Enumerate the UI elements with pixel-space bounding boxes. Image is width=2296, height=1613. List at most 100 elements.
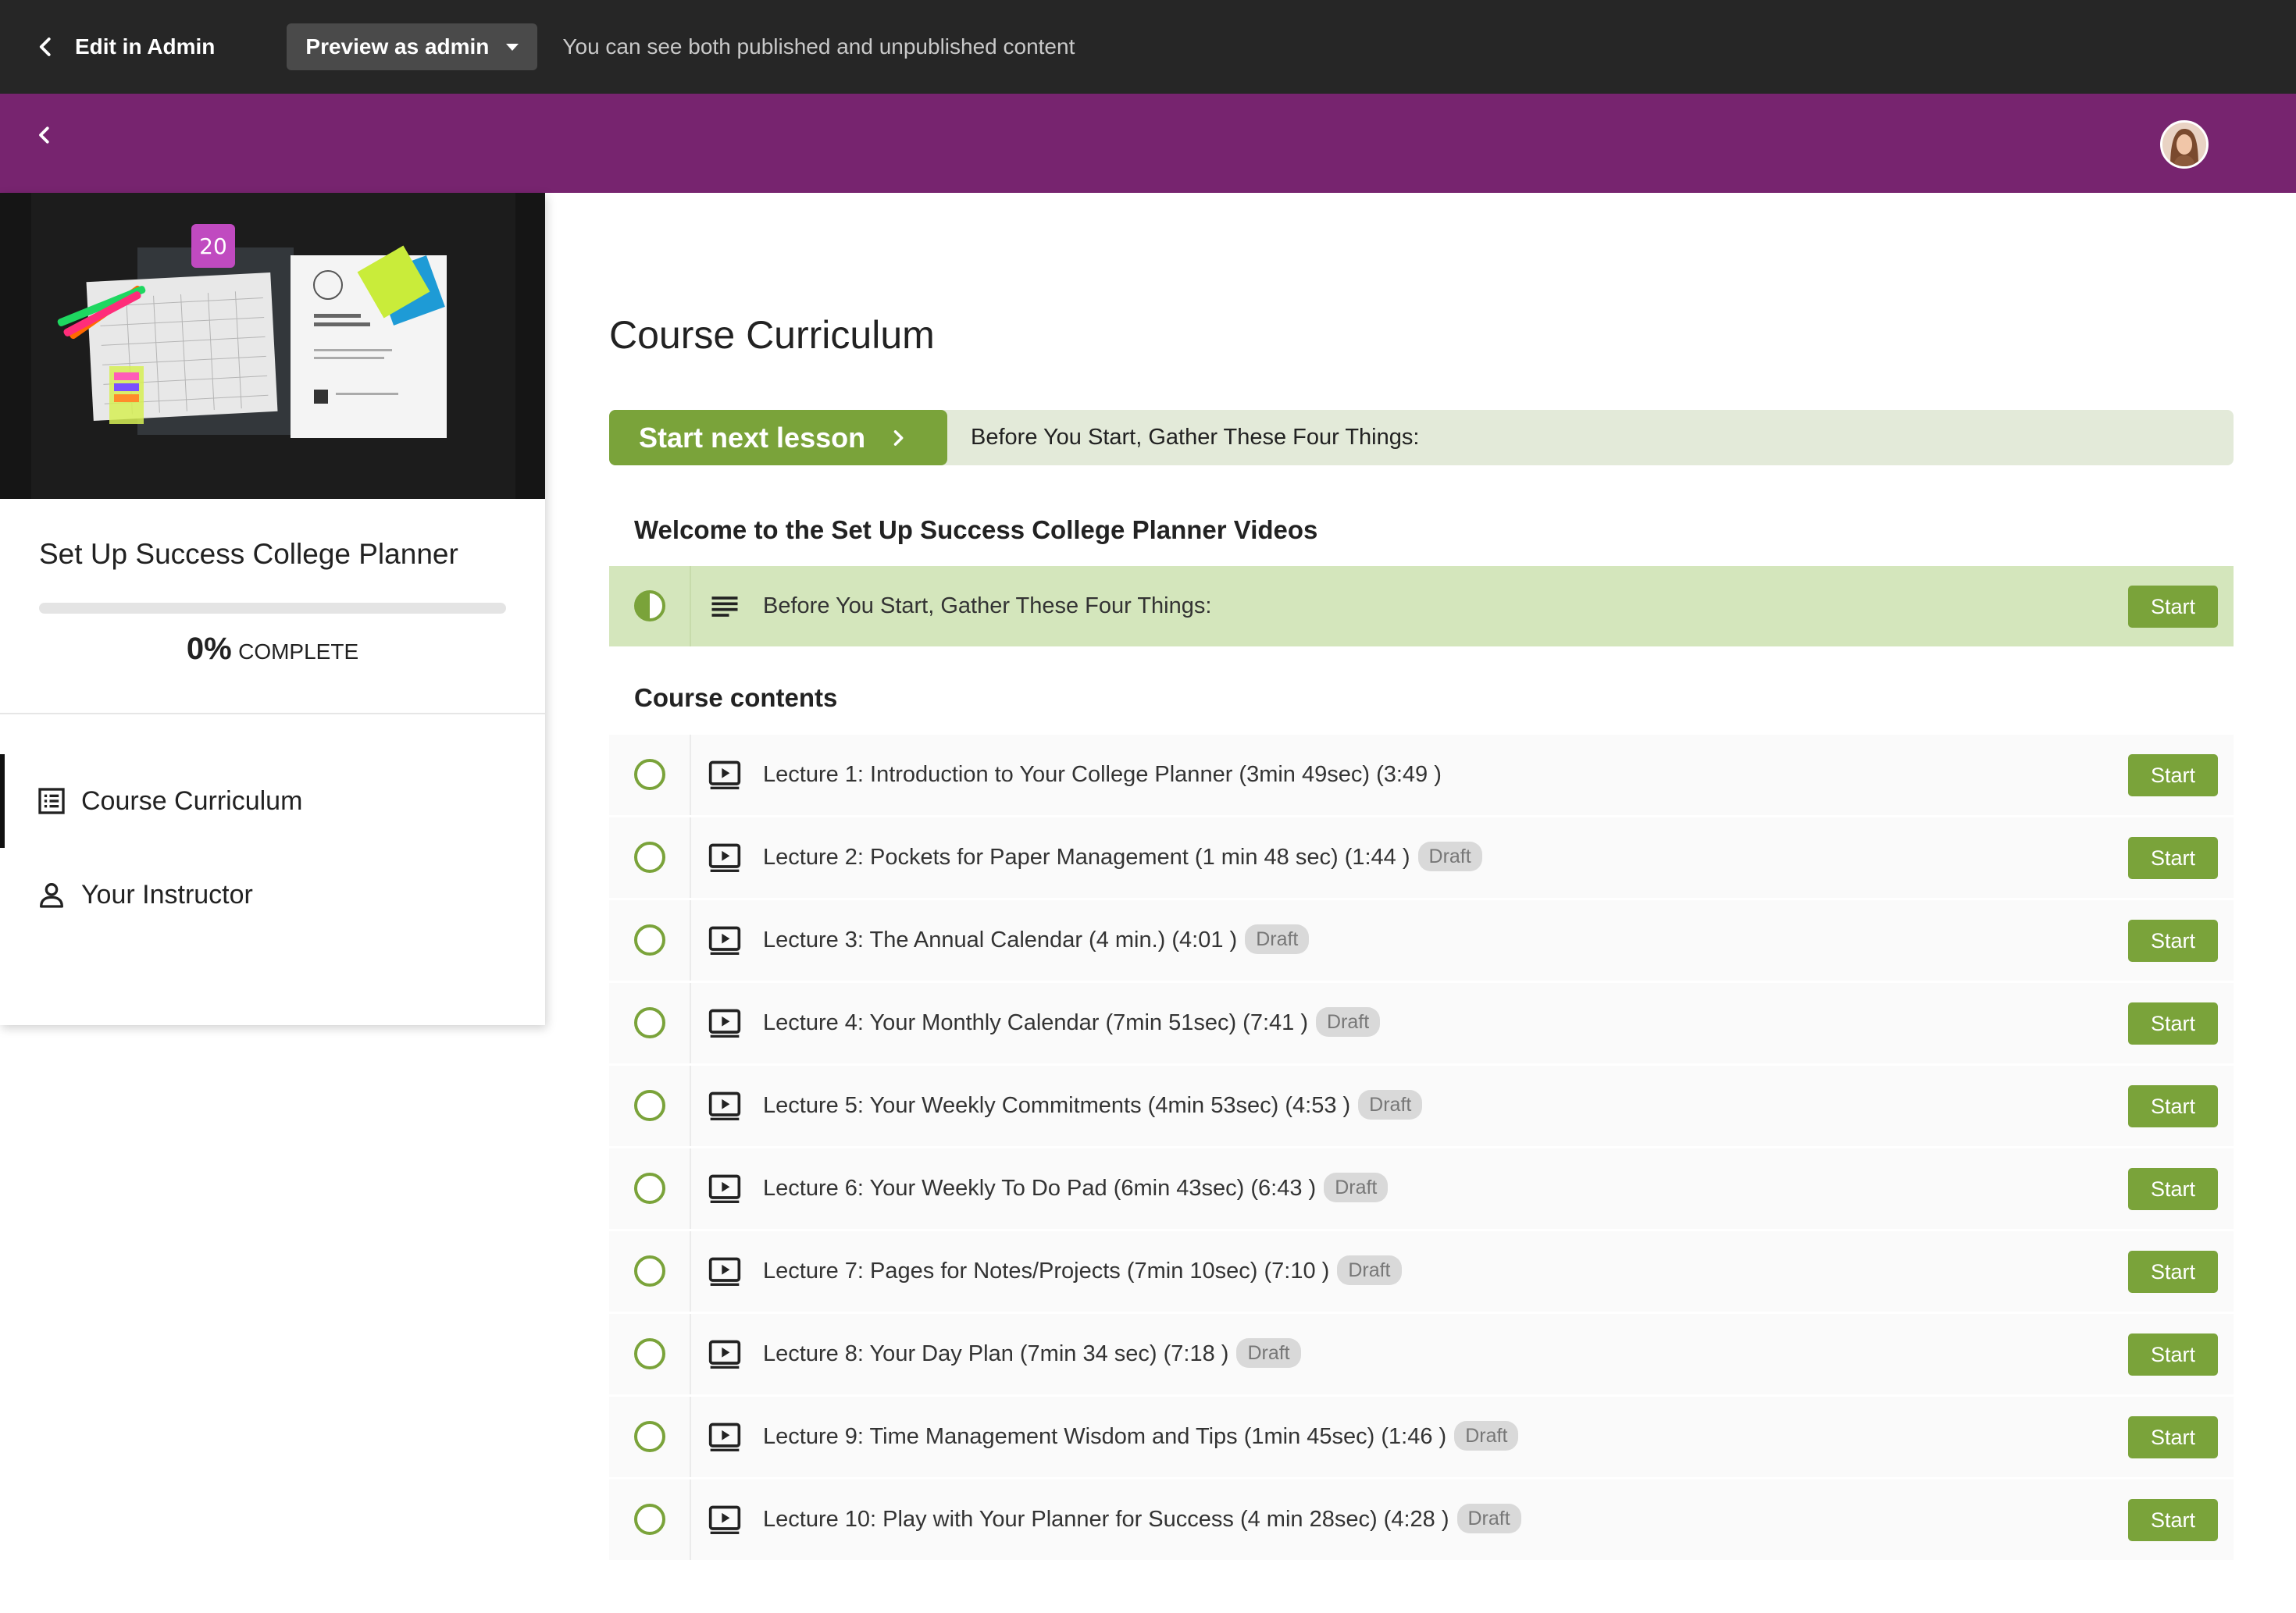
lecture-row[interactable]: Lecture 3: The Annual Calendar (4 min.) … [609,900,2234,981]
start-button[interactable]: Start [2128,586,2218,628]
course-cover-image: 20 [0,193,545,499]
circle-status-icon [634,759,665,790]
video-icon [708,1423,741,1451]
admin-preview-note: You can see both published and unpublish… [562,34,1075,59]
video-icon [708,760,741,789]
lecture-title: Lecture 3: The Annual Calendar (4 min.) … [763,928,1238,952]
lecture-title-wrap: Lecture 6: Your Weekly To Do Pad (6min 4… [763,1148,1389,1229]
lecture-row[interactable]: Lecture 10: Play with Your Planner for S… [609,1479,2234,1560]
row-divider [690,817,691,898]
circle-status-icon [634,1338,665,1369]
user-avatar[interactable] [2160,120,2209,169]
sidebar-divider [0,713,545,714]
lecture-row[interactable]: Lecture 8: Your Day Plan (7min 34 sec) (… [609,1314,2234,1394]
video-icon [708,1174,741,1203]
start-button[interactable]: Start [2128,1333,2218,1376]
lecture-title: Lecture 10: Play with Your Planner for S… [763,1507,1449,1532]
start-button[interactable]: Start [2128,1002,2218,1045]
start-next-lesson-button[interactable]: Start next lesson [609,410,947,465]
avatar-portrait-icon [2162,123,2206,166]
circle-status-icon [634,842,665,873]
lecture-title: Lecture 4: Your Monthly Calendar (7min 5… [763,1010,1308,1035]
lecture-title-wrap: Lecture 7: Pages for Notes/Projects (7mi… [763,1231,1402,1312]
lecture-title: Lecture 8: Your Day Plan (7min 34 sec) (… [763,1341,1229,1366]
circle-status-icon [634,924,665,956]
draft-badge: Draft [1417,842,1482,872]
page-title: Course Curriculum [609,313,935,357]
progress-text: 0% COMPLETE [0,632,545,667]
row-divider [690,1066,691,1146]
start-button[interactable]: Start [2128,1085,2218,1127]
video-icon [708,1091,741,1120]
draft-badge: Draft [1456,1504,1521,1534]
progress-label: COMPLETE [238,639,359,664]
row-divider [690,1231,691,1312]
video-icon [708,1340,741,1369]
lecture-row[interactable]: Before You Start, Gather These Four Thin… [609,566,2234,646]
lecture-title-wrap: Before You Start, Gather These Four Thin… [763,566,1211,646]
start-button[interactable]: Start [2128,837,2218,879]
planner-illustration: 20 [0,193,545,499]
draft-badge: Draft [1358,1090,1423,1120]
lecture-row[interactable]: Lecture 2: Pockets for Paper Management … [609,817,2234,898]
progress-percent: 0% [186,632,232,666]
lecture-title: Lecture 6: Your Weekly To Do Pad (6min 4… [763,1176,1317,1201]
edit-in-admin-link[interactable]: Edit in Admin [34,34,215,59]
start-button[interactable]: Start [2128,1251,2218,1293]
lecture-row[interactable]: Lecture 9: Time Management Wisdom and Ti… [609,1397,2234,1477]
lecture-title-wrap: Lecture 3: The Annual Calendar (4 min.) … [763,900,1310,981]
video-icon [708,926,741,955]
lecture-title: Before You Start, Gather These Four Thin… [763,593,1212,618]
draft-badge: Draft [1236,1338,1301,1369]
lecture-title-wrap: Lecture 9: Time Management Wisdom and Ti… [763,1397,1519,1477]
nav-item-your-instructor[interactable]: Your Instructor [0,848,545,942]
lecture-title-wrap: Lecture 8: Your Day Plan (7min 34 sec) (… [763,1314,1301,1394]
nav-item-course-curriculum[interactable]: Course Curriculum [0,754,545,848]
preview-as-admin-dropdown[interactable]: Preview as admin [287,23,538,70]
admin-bar: Edit in Admin Preview as admin You can s… [0,0,2296,94]
row-divider [690,1397,691,1477]
nav-label: Course Curriculum [81,785,303,816]
lecture-title-wrap: Lecture 2: Pockets for Paper Management … [763,817,1482,898]
lecture-row[interactable]: Lecture 6: Your Weekly To Do Pad (6min 4… [609,1148,2234,1229]
start-button[interactable]: Start [2128,1499,2218,1541]
video-icon [708,843,741,872]
row-divider [690,566,691,646]
caret-down-icon [506,43,519,51]
next-lesson-bar: Start next lesson Before You Start, Gath… [609,410,2234,465]
course-title: Set Up Success College Planner [39,538,458,570]
circle-status-icon [634,1173,665,1204]
draft-badge: Draft [1245,924,1310,955]
circle-status-icon [634,1090,665,1121]
circle-status-icon [634,1421,665,1452]
course-header [0,94,2296,193]
lecture-title: Lecture 5: Your Weekly Commitments (4min… [763,1093,1351,1118]
progress-bar [39,603,506,614]
lecture-title: Lecture 7: Pages for Notes/Projects (7mi… [763,1259,1330,1284]
start-next-lesson-label: Start next lesson [639,421,866,454]
nav-label: Your Instructor [81,879,253,910]
video-icon [708,1505,741,1534]
next-lesson-title: Before You Start, Gather These Four Thin… [971,425,1420,450]
back-chevron-icon[interactable] [33,123,56,147]
lecture-title: Lecture 9: Time Management Wisdom and Ti… [763,1424,1447,1449]
half-circle-status-icon [634,590,665,621]
circle-status-icon [634,1504,665,1535]
start-button[interactable]: Start [2128,1168,2218,1210]
start-button[interactable]: Start [2128,920,2218,962]
lecture-row[interactable]: Lecture 7: Pages for Notes/Projects (7mi… [609,1231,2234,1312]
lecture-title-wrap: Lecture 10: Play with Your Planner for S… [763,1479,1521,1560]
lecture-row[interactable]: Lecture 1: Introduction to Your College … [609,735,2234,815]
lecture-row[interactable]: Lecture 5: Your Weekly Commitments (4min… [609,1066,2234,1146]
preview-as-admin-label: Preview as admin [305,34,490,59]
course-sidebar: 20 Set Up Success College Planner 0% COM… [0,193,545,1025]
lecture-row[interactable]: Lecture 4: Your Monthly Calendar (7min 5… [609,983,2234,1063]
lecture-title-wrap: Lecture 4: Your Monthly Calendar (7min 5… [763,983,1381,1063]
start-button[interactable]: Start [2128,1416,2218,1458]
lecture-title: Lecture 2: Pockets for Paper Management … [763,845,1410,870]
text-lines-icon [711,596,738,617]
lecture-title-wrap: Lecture 1: Introduction to Your College … [763,735,1442,815]
start-button[interactable]: Start [2128,754,2218,796]
edit-in-admin-label: Edit in Admin [75,34,216,59]
row-divider [690,1148,691,1229]
